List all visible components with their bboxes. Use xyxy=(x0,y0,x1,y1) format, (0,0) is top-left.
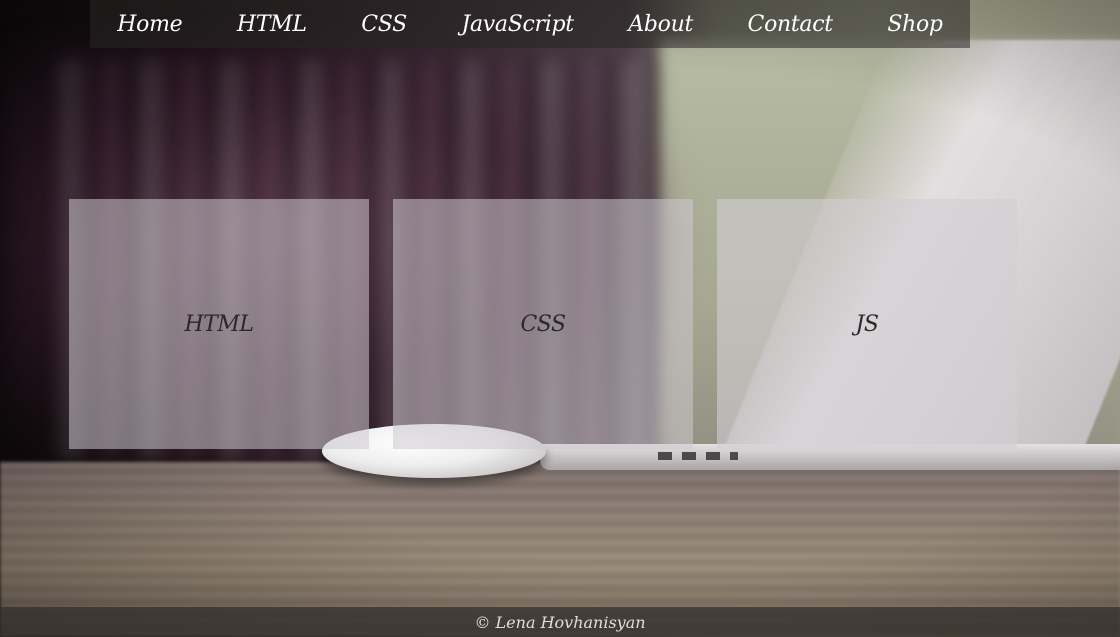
nav-contact-link[interactable]: Contact xyxy=(738,12,843,37)
html-card-label: HTML xyxy=(184,311,255,337)
nav-about-link[interactable]: About xyxy=(618,12,703,37)
footer: © Lena Hovhanisyan xyxy=(0,607,1120,637)
nav-home-link[interactable]: Home xyxy=(107,12,192,37)
nav-css-link[interactable]: CSS xyxy=(351,12,417,37)
nav-shop-link[interactable]: Shop xyxy=(877,12,952,37)
css-card-label: CSS xyxy=(520,311,566,337)
css-card[interactable]: CSS xyxy=(393,199,693,449)
js-card-label: JS xyxy=(855,311,879,337)
nav-html-link[interactable]: HTML xyxy=(227,12,317,37)
footer-copyright: © Lena Hovhanisyan xyxy=(474,612,646,632)
main-nav: Home HTML CSS JavaScript About Contact S… xyxy=(90,0,970,48)
nav-javascript-link[interactable]: JavaScript xyxy=(451,12,583,37)
html-card[interactable]: HTML xyxy=(69,199,369,449)
js-card[interactable]: JS xyxy=(717,199,1017,449)
